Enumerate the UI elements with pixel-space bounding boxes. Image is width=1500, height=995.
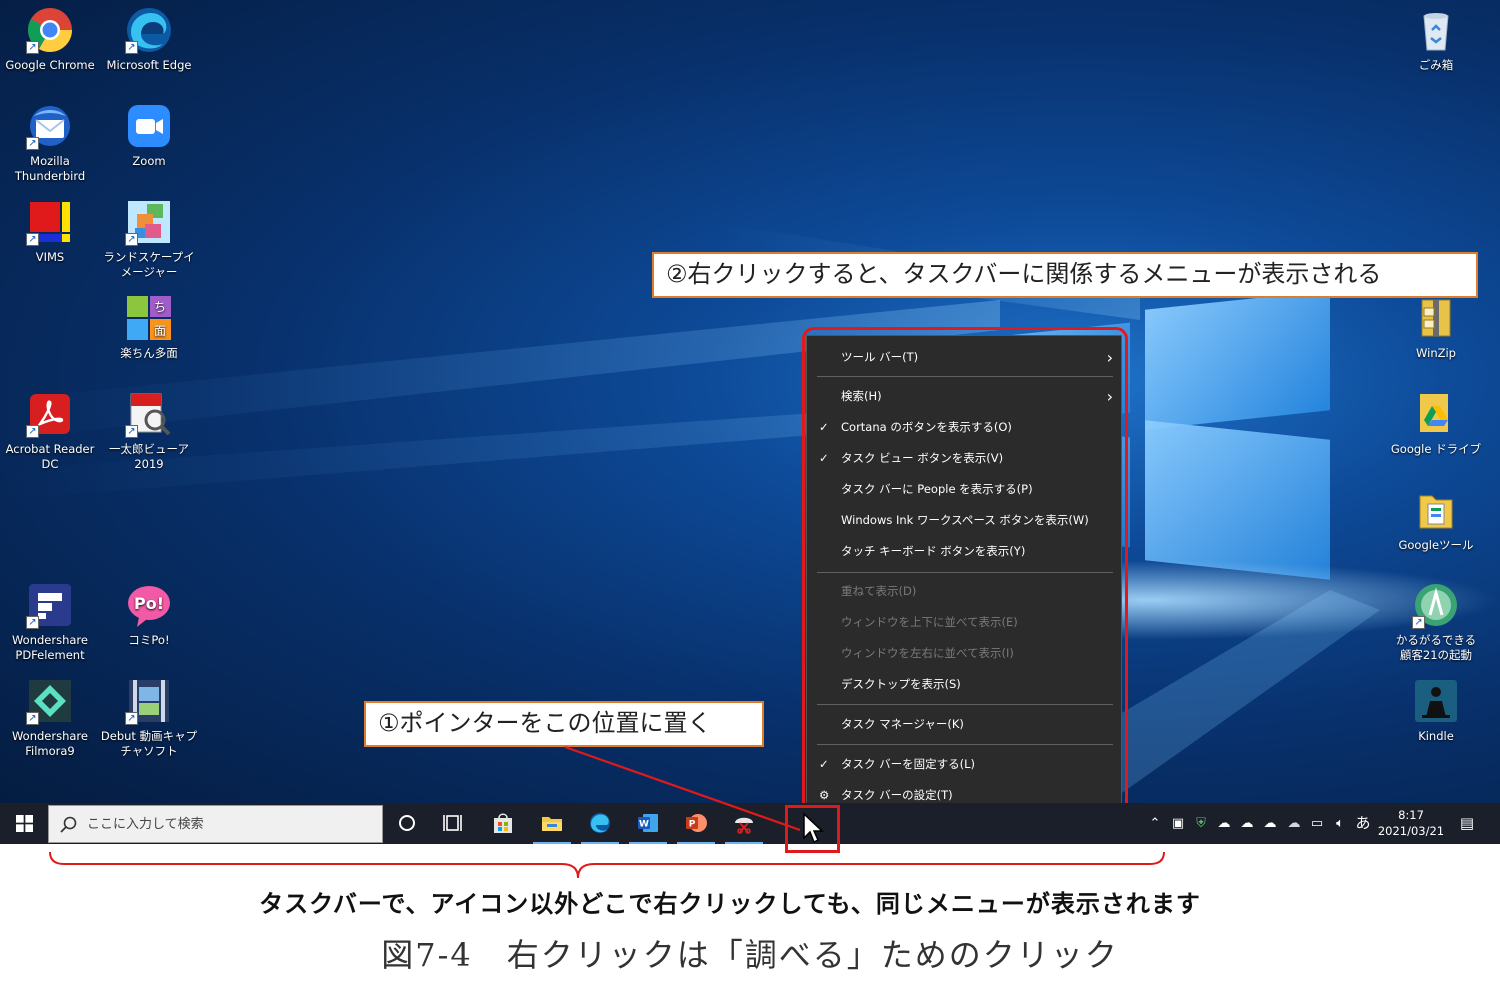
desktop-icon-label: Microsoft Edge [106, 58, 192, 72]
taskbar-clock[interactable]: 8:17 2021/03/21 [1372, 807, 1450, 839]
desktop-icon-vims[interactable]: ↗ VIMS [0, 198, 100, 265]
desktop-icon-karugaru[interactable]: ↗ かるがるできる顧客21の起動 [1386, 581, 1486, 663]
clock-date: 2021/03/21 [1377, 824, 1445, 838]
google-drive-icon [1420, 394, 1448, 432]
search-icon [60, 816, 77, 833]
file-explorer-icon [542, 817, 562, 831]
notification-center-icon[interactable]: ▤ [1455, 803, 1479, 844]
callout-pointer-note: ①ポインターをこの位置に置く [364, 701, 764, 747]
google-tools-icon [1419, 495, 1453, 529]
task-view-button[interactable] [430, 803, 476, 844]
rakuchin-tamen-icon: ち面 [127, 296, 171, 340]
zoom-icon [128, 105, 170, 147]
edge-icon [590, 813, 610, 833]
desktop-icon-chrome[interactable]: ↗ Google Chrome [0, 6, 100, 73]
desktop-icon-label: Debut 動画キャプチャソフト [100, 729, 198, 758]
desktop-icon-recycle-bin[interactable]: ごみ箱 [1386, 6, 1486, 73]
desktop-icon-label: Acrobat Reader DC [5, 442, 95, 471]
kindle-icon [1415, 680, 1457, 722]
svg-text:面: 面 [154, 324, 166, 338]
ime-indicator[interactable]: あ [1352, 803, 1374, 844]
start-button[interactable] [0, 803, 48, 844]
desktop-icon-label: WinZip [1416, 346, 1456, 360]
winzip-icon [1421, 299, 1451, 337]
cloud-upload-icon[interactable]: ☁ [1213, 803, 1235, 844]
desktop-icon-comipo[interactable]: Po! コミPo! [99, 581, 199, 648]
svg-text:Po!: Po! [134, 594, 164, 613]
figure-caption: 図7-4 右クリックは「調べる」ためのクリック [381, 936, 1119, 974]
store-icon [494, 813, 512, 833]
svg-text:ち: ち [154, 300, 166, 314]
taskbar-store[interactable] [480, 803, 526, 844]
desktop-icon-landscape-imager[interactable]: ↗ ランドスケープイメージャー [99, 198, 199, 280]
network-icon[interactable]: ▭ [1306, 803, 1328, 844]
desktop-icon-label: 楽ちん多面 [120, 346, 178, 360]
callout-menu-note: ②右クリックすると、タスクバーに関係するメニューが表示される [652, 252, 1478, 298]
word-icon: W [638, 814, 658, 832]
svg-text:W: W [639, 820, 649, 830]
onedrive-icon[interactable]: ☁ [1283, 803, 1305, 844]
cortana-button[interactable] [384, 803, 430, 844]
desktop-icon-label: Wondershare PDFelement [11, 633, 88, 662]
search-placeholder: ここに入力して検索 [87, 817, 204, 832]
cloud-upload-icon[interactable]: ☁ [1259, 803, 1281, 844]
desktop-icon-label: Kindle [1418, 729, 1454, 743]
desktop-icon-label: Google Chrome [5, 58, 95, 72]
taskbar-search-box[interactable]: ここに入力して検索 [48, 805, 383, 843]
desktop-icon-debut[interactable]: ↗ Debut 動画キャプチャソフト [99, 677, 199, 759]
desktop-icon-google-drive[interactable]: Google ドライブ [1386, 390, 1486, 457]
taskbar-snipping-tool[interactable] [721, 803, 767, 844]
volume-icon[interactable]: 🔈︎ [1329, 803, 1351, 844]
desktop-icon-ichitaro[interactable]: ↗ 一太郎ビューア2019 [99, 390, 199, 472]
taskbar-word[interactable]: W [625, 803, 671, 844]
desktop-icon-acrobat[interactable]: ↗ Acrobat Reader DC [0, 390, 100, 472]
desktop-icon-label: コミPo! [128, 633, 170, 647]
desktop-icon-label: かるがるできる顧客21の起動 [1395, 633, 1477, 662]
chevron-up-icon[interactable]: ⌃ [1145, 803, 1165, 844]
desktop-icon-thunderbird[interactable]: ↗ Mozilla Thunderbird [0, 102, 100, 184]
desktop-icon-label: Wondershare Filmora9 [11, 729, 88, 758]
desktop-icon-kindle[interactable]: Kindle [1386, 677, 1486, 744]
desktop-icon-label: 一太郎ビューア2019 [108, 442, 190, 471]
menu-highlight-outline [802, 327, 1128, 825]
desktop-icon-label: Googleツール [1398, 538, 1474, 552]
desktop-icon-winzip[interactable]: WinZip [1386, 294, 1486, 361]
desktop-icon-rakuchin[interactable]: ち面 楽ちん多面 [99, 294, 199, 361]
powerpoint-icon: P [686, 814, 707, 832]
desktop-icon-label: Google ドライブ [1390, 442, 1482, 456]
taskbar[interactable]: ここに入力して検索 W P ⌃ ▣ ⛨ ☁ ☁ ☁ ☁ ▭ 🔈︎ あ 8:17 … [0, 803, 1500, 844]
wallpaper-window-pane [1145, 290, 1330, 430]
svg-text:P: P [689, 820, 696, 830]
cortana-icon [399, 815, 415, 831]
comipo-icon: Po! [128, 586, 170, 627]
caption-explanation: タスクバーで、アイコン以外どこで右クリックしても、同じメニューが表示されます [259, 890, 1201, 918]
desktop-icon-label: VIMS [35, 250, 65, 264]
windows-logo-icon [16, 815, 33, 832]
meet-now-icon[interactable]: ▣ [1167, 803, 1189, 844]
task-view-icon [443, 815, 462, 831]
taskbar-file-explorer[interactable] [529, 803, 575, 844]
cloud-upload-icon[interactable]: ☁ [1236, 803, 1258, 844]
taskbar-edge[interactable] [577, 803, 623, 844]
desktop-icon-label: ごみ箱 [1418, 58, 1454, 72]
security-shield-icon[interactable]: ⛨ [1190, 803, 1212, 844]
wallpaper-window-pane [1145, 420, 1330, 580]
taskbar-brace [49, 851, 1165, 879]
taskbar-powerpoint[interactable]: P [673, 803, 719, 844]
clock-time: 8:17 [1398, 808, 1424, 822]
desktop-icon-edge[interactable]: ↗ Microsoft Edge [99, 6, 199, 73]
snipping-icon [735, 817, 753, 834]
desktop-icon-pdfelement[interactable]: ↗ Wondershare PDFelement [0, 581, 100, 663]
desktop-icon-label: Mozilla Thunderbird [14, 154, 86, 183]
desktop-icon-filmora[interactable]: ↗ Wondershare Filmora9 [0, 677, 100, 759]
desktop-icon-google-tools[interactable]: Googleツール [1386, 486, 1486, 553]
recycle-bin-icon [1423, 13, 1449, 51]
desktop-icon-zoom[interactable]: Zoom [99, 102, 199, 169]
desktop-icon-label: ランドスケープイメージャー [103, 250, 195, 279]
desktop-icon-label: Zoom [132, 154, 166, 168]
